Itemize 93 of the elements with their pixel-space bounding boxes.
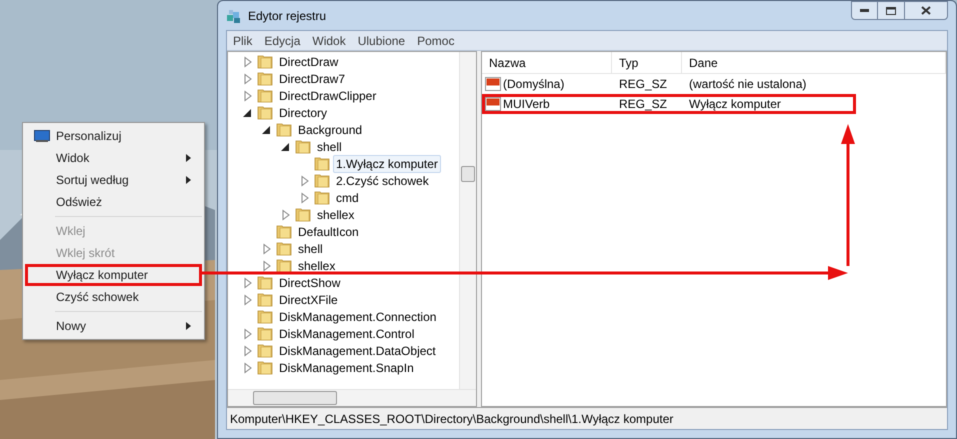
menu-item[interactable]: Personalizuj [25, 125, 202, 147]
maximize-button[interactable] [878, 1, 904, 20]
tree-item[interactable]: DiskManagement.DataObject [276, 342, 439, 360]
collapse-arrow-icon[interactable] [242, 106, 254, 118]
registry-cubes-icon [226, 8, 242, 24]
tree-item[interactable]: DirectDraw7 [276, 70, 348, 88]
value-name: (Domyślna) [503, 76, 564, 93]
value-type: REG_SZ [618, 76, 668, 93]
tree-item[interactable]: DirectDrawClipper [276, 86, 380, 104]
expand-arrow-icon[interactable] [242, 362, 254, 374]
folder-icon [257, 105, 273, 120]
tree-item[interactable]: 2.Czyść schowek [333, 172, 432, 190]
close-button[interactable] [904, 1, 948, 20]
value-data: (wartość nie ustalona) [688, 76, 806, 93]
folder-icon [257, 309, 273, 324]
folder-icon [276, 258, 292, 273]
submenu-arrow-icon [186, 322, 191, 330]
string-value-icon [485, 97, 501, 111]
expand-arrow-icon[interactable] [299, 192, 311, 204]
menu-item[interactable]: Sortuj według [25, 169, 202, 191]
folder-icon [257, 343, 273, 358]
tree-item[interactable]: shellex [295, 256, 338, 274]
status-bar: Komputer\HKEY_CLASSES_ROOT\Directory\Background\shell\1.Wyłącz komputer [227, 407, 947, 429]
menu-bar-item[interactable]: Plik [233, 32, 252, 50]
menu-bar-item[interactable]: Pomoc [417, 32, 454, 50]
column-header[interactable]: Dane [682, 52, 946, 73]
tree-item[interactable]: DirectXFile [276, 290, 341, 308]
expand-arrow-icon[interactable] [242, 344, 254, 356]
column-header[interactable]: Typ [612, 52, 682, 73]
menu-item[interactable]: Odśwież [25, 191, 202, 213]
window-title: Edytor rejestru [248, 8, 326, 24]
expand-arrow-icon[interactable] [242, 276, 254, 288]
tree-item[interactable]: DirectDraw [276, 52, 342, 70]
folder-icon [295, 207, 311, 222]
folder-icon [257, 88, 273, 103]
expand-arrow-icon[interactable] [261, 260, 273, 272]
tree-item[interactable]: 1.Wyłącz komputer [333, 154, 441, 172]
vertical-scrollbar[interactable] [459, 52, 476, 389]
value-type: REG_SZ [618, 96, 668, 113]
submenu-arrow-icon [186, 154, 191, 162]
tree-item[interactable]: shell [314, 138, 345, 156]
menu-item[interactable]: Widok [25, 147, 202, 169]
tree-item[interactable]: Background [295, 120, 366, 138]
close-icon [921, 6, 931, 15]
maximize-icon [886, 6, 896, 14]
horizontal-scrollbar[interactable] [228, 389, 476, 406]
tree-item[interactable]: shellex [314, 206, 358, 224]
folder-icon [295, 139, 311, 154]
menu-bar-item[interactable]: Ulubione [358, 32, 406, 50]
menu-item[interactable]: Czyść schowek [25, 286, 202, 308]
monitor-icon [34, 130, 50, 142]
menu-bar-item[interactable]: Edycja [264, 32, 300, 50]
value-name: MUIVerb [503, 96, 550, 113]
collapse-arrow-icon[interactable] [261, 124, 273, 136]
minimize-icon [860, 9, 869, 12]
folder-icon [314, 156, 330, 171]
tree-item[interactable]: cmd [333, 188, 362, 206]
folder-icon [314, 190, 330, 205]
value-data: Wyłącz komputer [688, 96, 781, 113]
expand-arrow-icon[interactable] [242, 90, 254, 102]
value-row[interactable]: (Domyślna) REG_SZ (wartość nie ustalona) [482, 74, 856, 94]
menu-bar-item[interactable]: Widok [312, 32, 346, 50]
collapse-arrow-icon[interactable] [280, 140, 292, 152]
expand-arrow-icon[interactable] [242, 56, 254, 68]
tree-item[interactable]: Directory [276, 104, 330, 122]
folder-icon [257, 275, 273, 290]
expand-arrow-icon[interactable] [261, 242, 273, 254]
tree-item[interactable]: DefaultIcon [295, 222, 362, 240]
folder-icon [257, 292, 273, 307]
folder-icon [257, 360, 273, 375]
tree-item[interactable]: DiskManagement.Connection [276, 308, 440, 326]
tree-item[interactable]: DiskManagement.Control [276, 324, 418, 342]
folder-icon [314, 173, 330, 188]
folder-icon [276, 224, 292, 239]
expand-arrow-icon[interactable] [242, 328, 254, 340]
folder-icon [257, 71, 273, 86]
folder-icon [276, 241, 292, 256]
folder-icon [257, 326, 273, 341]
string-value-icon [485, 77, 501, 91]
folder-icon [276, 122, 292, 137]
expand-arrow-icon[interactable] [299, 174, 311, 186]
expand-arrow-icon[interactable] [280, 208, 292, 220]
submenu-arrow-icon [186, 176, 191, 184]
expand-arrow-icon[interactable] [242, 72, 254, 84]
value-row[interactable]: MUIVerb REG_SZ Wyłącz komputer [482, 94, 856, 114]
tree-item[interactable]: DiskManagement.SnapIn [276, 358, 417, 376]
column-header[interactable]: Nazwa [482, 52, 612, 73]
expand-arrow-icon[interactable] [242, 294, 254, 306]
minimize-button[interactable] [851, 1, 878, 20]
folder-icon [257, 54, 273, 69]
tree-item[interactable]: DirectShow [276, 274, 344, 292]
menu-item[interactable]: Wyłącz komputer [25, 264, 202, 286]
tree-item[interactable]: shell [295, 240, 326, 258]
